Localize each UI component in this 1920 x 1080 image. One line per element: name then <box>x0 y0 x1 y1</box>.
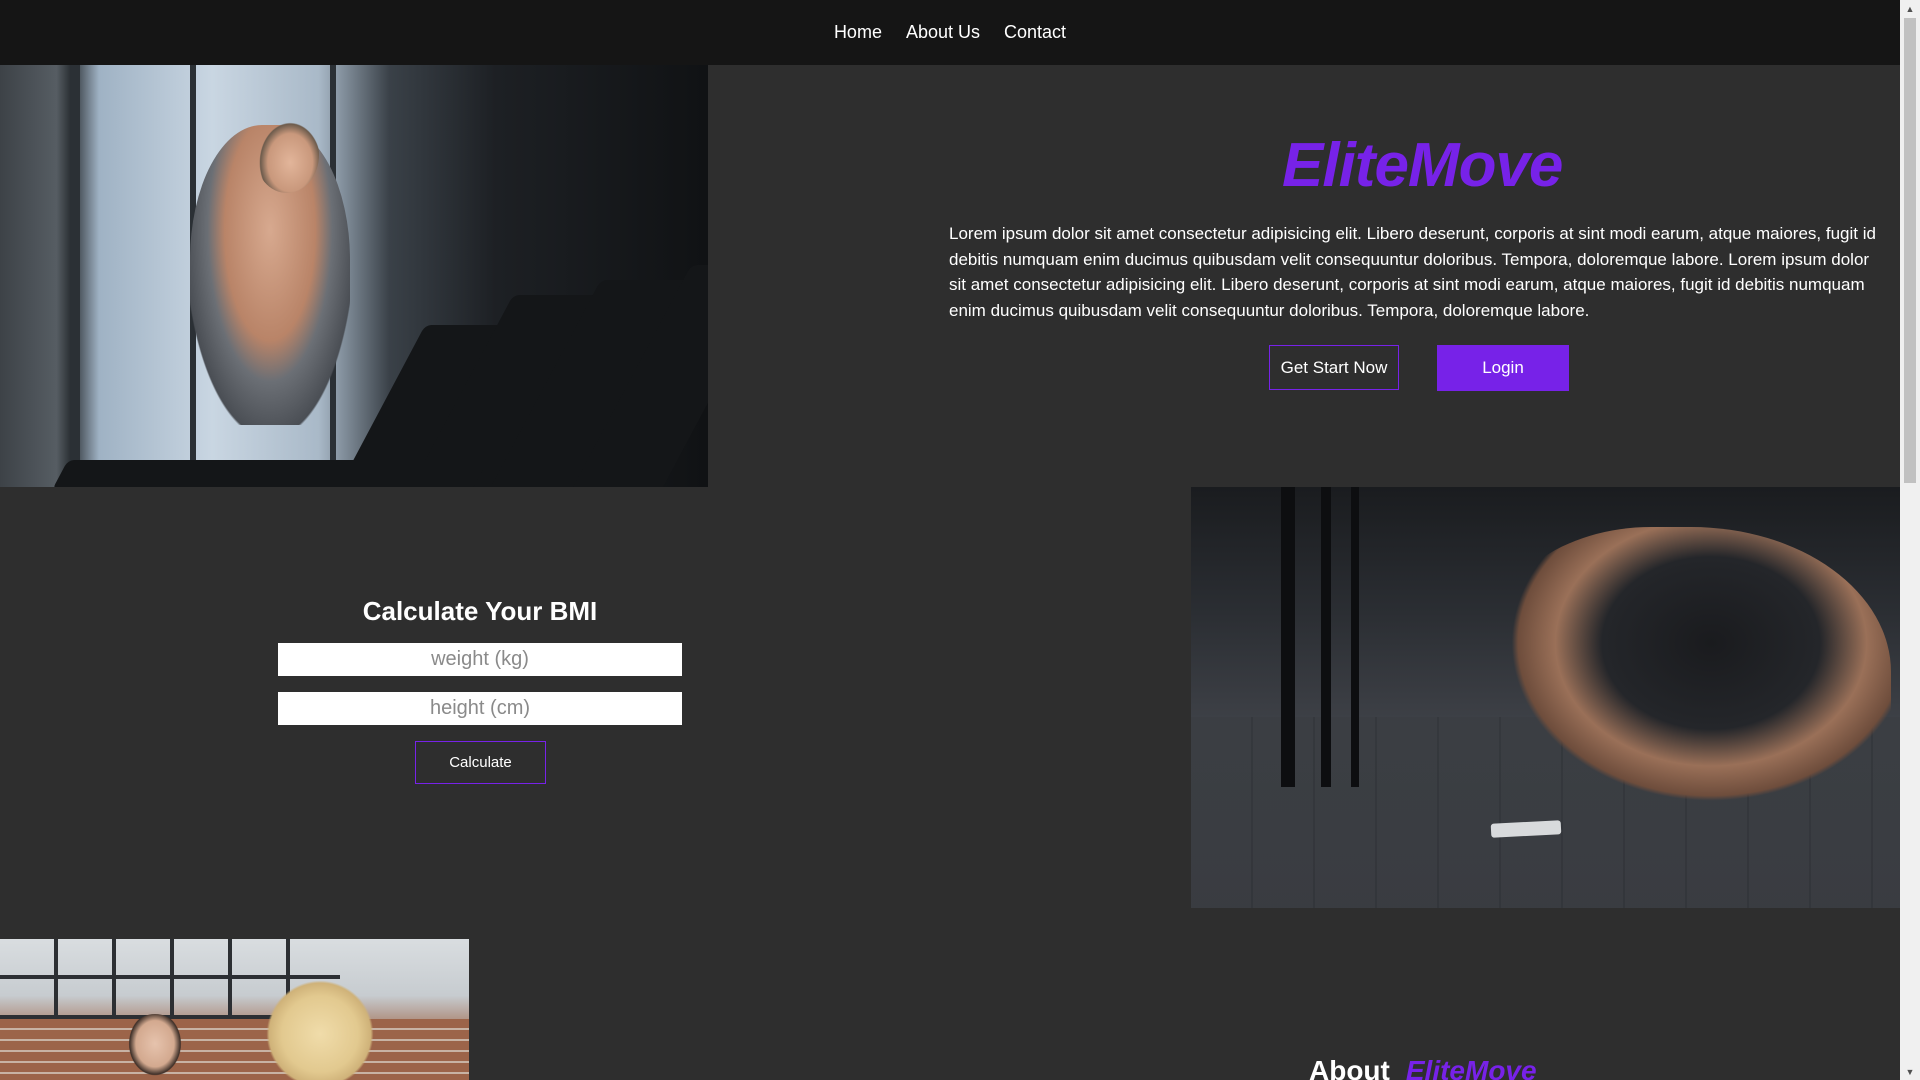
gym-pillar <box>1321 487 1331 787</box>
brick-wall <box>0 1019 469 1080</box>
hero-brand-title: EliteMove <box>1282 131 1563 200</box>
gym-pillar <box>1351 487 1359 787</box>
scrollbar-thumb[interactable] <box>1904 18 1916 483</box>
about-brand-name: EliteMove <box>1405 1055 1537 1080</box>
nav-about-us-link[interactable]: About Us <box>906 18 980 47</box>
about-heading: About EliteMove <box>1309 1055 1537 1080</box>
runner-head <box>255 117 319 193</box>
treadmill-belt <box>52 460 488 487</box>
gym-pillar <box>1281 487 1295 787</box>
window-frame <box>70 65 80 487</box>
women-workout-photo <box>0 939 469 1080</box>
pushup-man-photo <box>1191 487 1900 908</box>
top-navbar: Home About Us Contact <box>0 0 1900 65</box>
weight-input[interactable] <box>278 643 682 676</box>
nav-contact-link[interactable]: Contact <box>1004 18 1066 47</box>
pushup-man-figure <box>1491 527 1891 817</box>
login-button[interactable]: Login <box>1437 345 1569 391</box>
bmi-title: Calculate Your BMI <box>362 596 598 626</box>
calculate-button[interactable]: Calculate <box>415 741 546 784</box>
woman-figure <box>260 974 380 1080</box>
triangle-up-icon[interactable]: ▲ <box>1900 0 1920 17</box>
page-scrollbar[interactable]: ▲ ▼ <box>1900 0 1920 1080</box>
page: Home About Us Contact EliteMove Lorem ip… <box>0 0 1920 1080</box>
triangle-down-icon[interactable]: ▼ <box>1900 1063 1920 1080</box>
nav-home-link[interactable]: Home <box>834 18 882 47</box>
get-start-now-button[interactable]: Get Start Now <box>1269 345 1399 390</box>
treadmill-runner-photo <box>0 65 708 487</box>
woman-figure <box>125 1014 185 1080</box>
hero-description: Lorem ipsum dolor sit amet consectetur a… <box>949 224 1876 320</box>
about-heading-text: About <box>1309 1055 1390 1080</box>
height-input[interactable] <box>278 692 682 725</box>
